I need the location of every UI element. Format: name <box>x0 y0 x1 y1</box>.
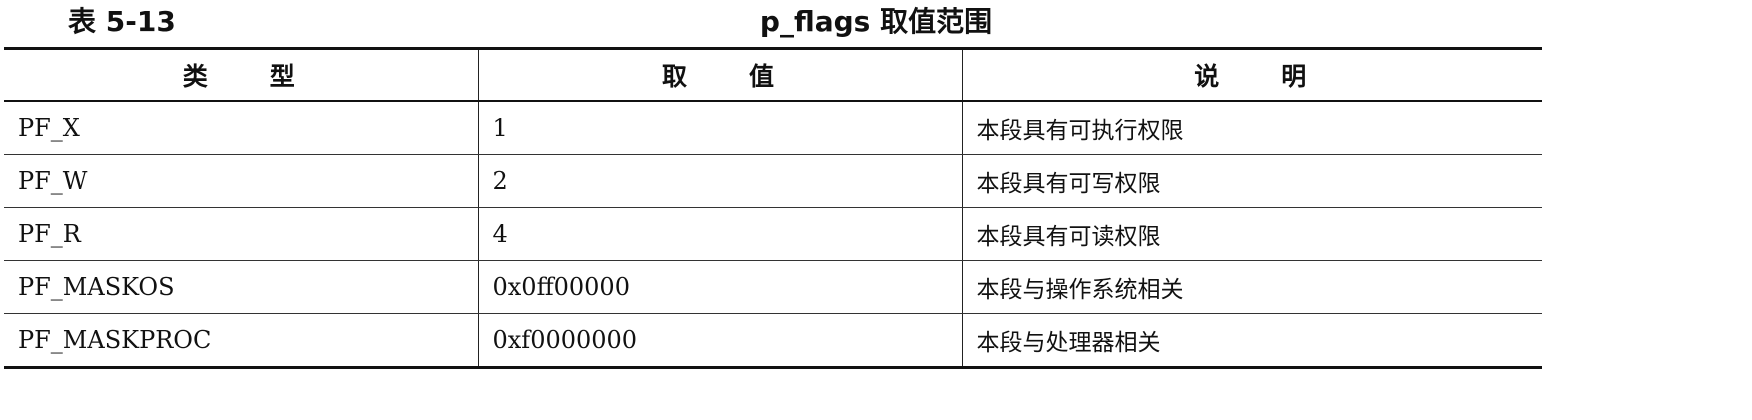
cell-type: PF_W <box>4 154 479 208</box>
cell-type: PF_MASKPROC <box>4 313 479 368</box>
table-row: PF_X 1 本段具有可执行权限 <box>4 101 1542 155</box>
header-description: 说 明 <box>961 48 1542 102</box>
table-row: PF_W 2 本段具有可写权限 <box>4 154 1542 208</box>
cell-description: 本段具有可执行权限 <box>961 101 1542 155</box>
header-row: 类 型 取 值 说 明 <box>4 48 1542 102</box>
table-row: PF_MASKOS 0x0ff00000 本段与操作系统相关 <box>4 260 1542 314</box>
table-header: 类 型 取 值 说 明 <box>4 48 1542 102</box>
table-title: p_flags 取值范围 <box>759 5 993 38</box>
cell-description: 本段与操作系统相关 <box>961 260 1542 314</box>
table-caption: 表 5-13 p_flags 取值范围 <box>0 0 1752 50</box>
cell-description: 本段与处理器相关 <box>961 313 1542 368</box>
header-value: 取 值 <box>477 48 963 102</box>
table-row: PF_R 4 本段具有可读权限 <box>4 207 1542 261</box>
cell-description: 本段具有可写权限 <box>961 154 1542 208</box>
cell-type: PF_MASKOS <box>4 260 479 314</box>
cell-value: 0xf0000000 <box>477 313 963 368</box>
header-type: 类 型 <box>4 48 479 102</box>
table-row: PF_MASKPROC 0xf0000000 本段与处理器相关 <box>4 313 1542 368</box>
p-flags-table: 类 型 取 值 说 明 PF_X 1 本段具有可执行权限 PF_W 2 本段具有… <box>4 47 1542 369</box>
cell-value: 0x0ff00000 <box>477 260 963 314</box>
p-flags-table-container: 类 型 取 值 说 明 PF_X 1 本段具有可执行权限 PF_W 2 本段具有… <box>4 47 1542 369</box>
table-body: PF_X 1 本段具有可执行权限 PF_W 2 本段具有可写权限 PF_R 4 … <box>4 101 1542 368</box>
cell-value: 4 <box>477 207 963 261</box>
cell-description: 本段具有可读权限 <box>961 207 1542 261</box>
cell-type: PF_R <box>4 207 479 261</box>
cell-type: PF_X <box>4 101 479 155</box>
cell-value: 2 <box>477 154 963 208</box>
cell-value: 1 <box>477 101 963 155</box>
